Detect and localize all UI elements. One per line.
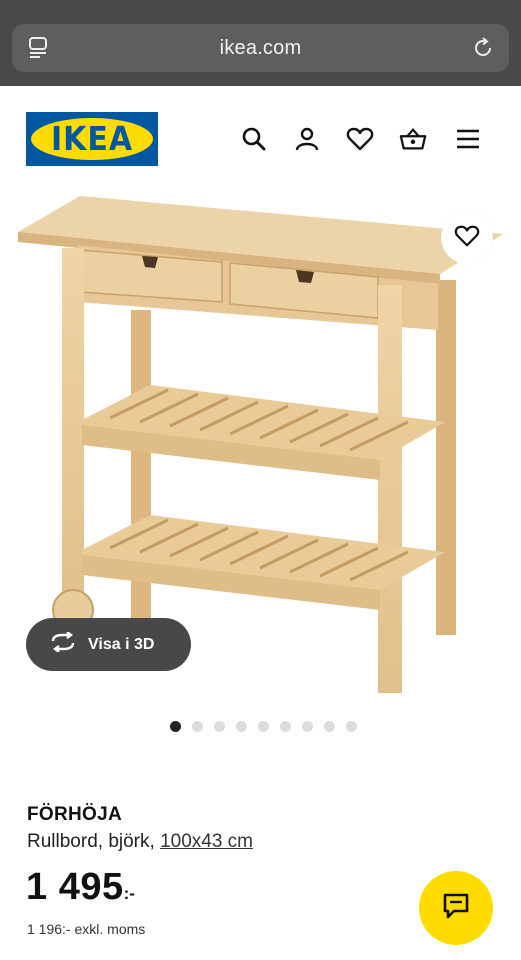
product-description: Rullbord, björk, 100x43 cm	[27, 831, 253, 853]
carousel-dot[interactable]	[302, 721, 313, 732]
heart-icon	[454, 224, 480, 253]
product-name: FÖRHÖJA	[27, 804, 122, 825]
carousel-dot[interactable]	[236, 721, 247, 732]
carousel-dot[interactable]	[324, 721, 335, 732]
address-bar[interactable]: ikea.com	[12, 24, 509, 72]
basket-icon[interactable]	[399, 125, 427, 153]
carousel-dot[interactable]	[192, 721, 203, 732]
product-price: 1 495 :-	[26, 866, 135, 909]
favorite-button[interactable]	[441, 212, 493, 264]
view-3d-button[interactable]: Visa i 3D	[26, 618, 191, 671]
chat-icon	[442, 892, 470, 925]
logo-text: IKEA	[50, 119, 134, 159]
carousel-dot[interactable]	[280, 721, 291, 732]
menu-icon[interactable]	[454, 125, 482, 153]
product-size-link[interactable]: 100x43 cm	[160, 831, 253, 852]
page-menu-icon[interactable]	[28, 36, 50, 60]
heart-icon[interactable]	[346, 125, 374, 153]
price-amount: 1 495	[26, 866, 124, 908]
price-excl-vat: 1 196:- exkl. moms	[27, 921, 146, 937]
carousel-dot[interactable]	[258, 721, 269, 732]
browser-toolbar: ikea.com	[0, 0, 521, 86]
back-leg-right	[436, 280, 456, 635]
product-type: Rullbord, björk,	[27, 831, 161, 852]
account-icon[interactable]	[293, 125, 321, 153]
chat-button[interactable]	[419, 871, 493, 945]
front-leg-right	[378, 285, 402, 693]
ikea-logo[interactable]: IKEA	[26, 112, 158, 166]
price-suffix: :-	[123, 884, 135, 903]
url-text: ikea.com	[219, 36, 302, 59]
search-icon[interactable]	[240, 125, 268, 153]
image-carousel-dots	[170, 721, 357, 732]
logo-oval: IKEA	[31, 118, 153, 160]
rotate-3d-icon	[50, 631, 76, 657]
carousel-dot[interactable]	[214, 721, 225, 732]
front-leg-left	[62, 248, 84, 598]
carousel-dot[interactable]	[170, 721, 181, 732]
view-3d-label: Visa i 3D	[88, 635, 155, 653]
carousel-dot[interactable]	[346, 721, 357, 732]
reload-icon[interactable]	[471, 36, 495, 60]
